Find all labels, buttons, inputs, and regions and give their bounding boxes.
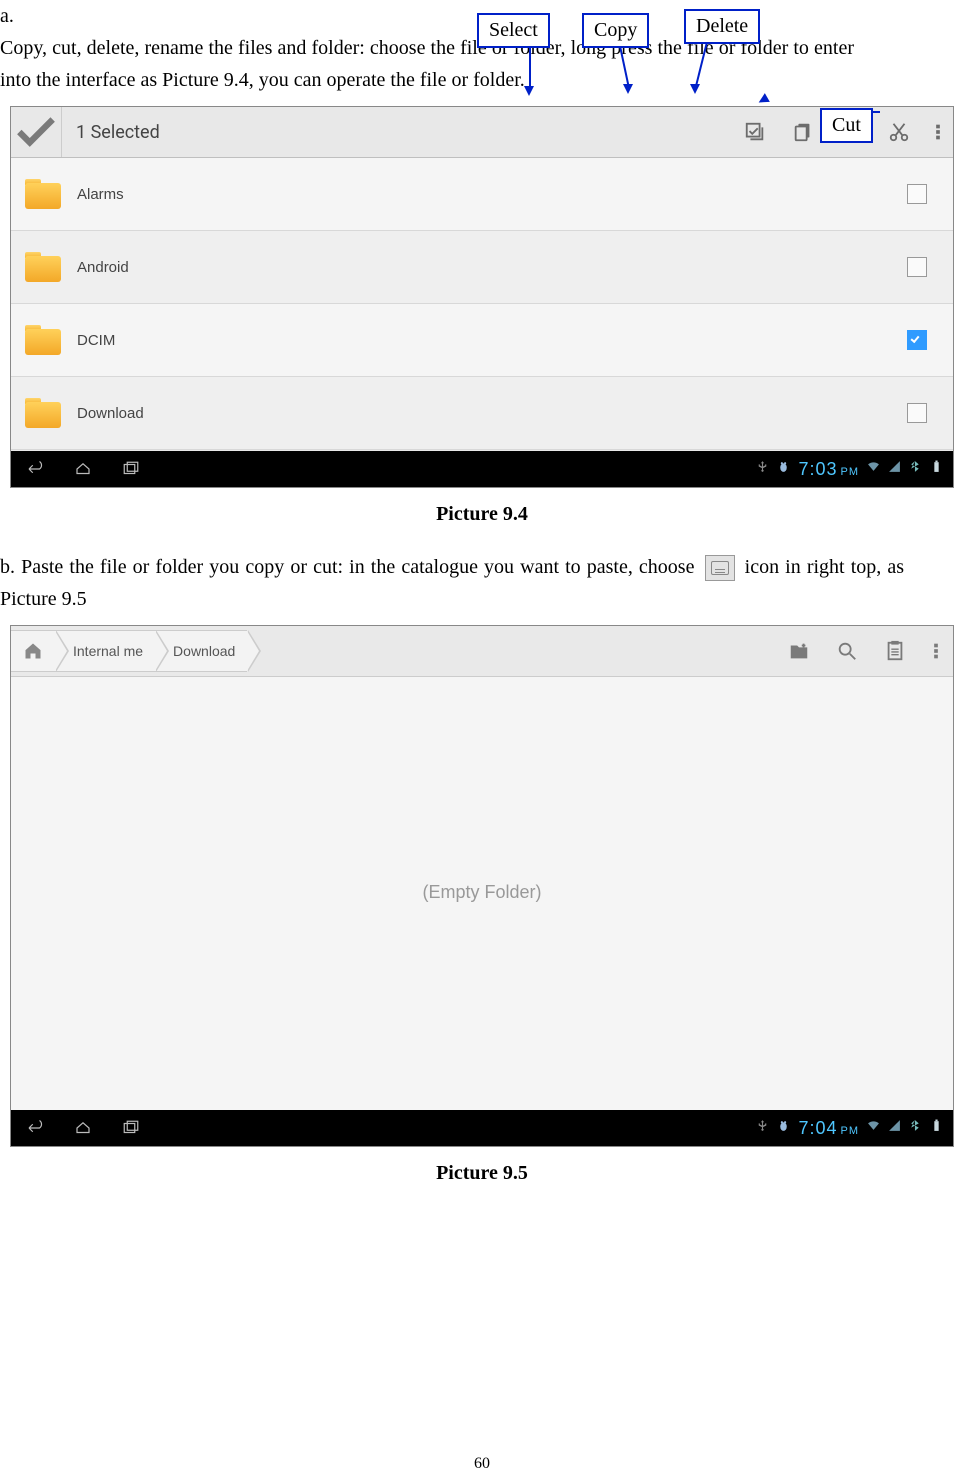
breadcrumb-home[interactable] [11,630,55,672]
page-number: 60 [0,1455,964,1473]
bluetooth-icon [909,1119,922,1137]
figure-caption-94: Picture 9.4 [0,503,964,526]
paragraph-b: b. Paste the file or folder you copy or … [0,551,904,615]
battery-icon [930,460,943,478]
callout-select: Select [477,13,550,48]
nav-recent-icon[interactable] [107,460,155,478]
done-icon[interactable] [11,107,62,157]
callout-cut: Cut [820,108,873,143]
nav-home-icon[interactable] [59,460,107,478]
folder-name: Download [77,405,144,422]
figure-9-5: Internal me Download (Empty Folder) [10,625,954,1147]
paste-icon[interactable] [871,640,919,662]
figure-caption-95: Picture 9.5 [0,1162,964,1185]
folder-name: DCIM [77,332,115,349]
debug-icon [777,1119,790,1137]
overflow-icon[interactable] [919,640,953,662]
select-checkbox[interactable] [907,403,927,423]
wifi-icon [867,460,880,478]
callout-copy: Copy [582,13,649,48]
signal-icon [888,460,901,478]
folder-name: Android [77,259,129,276]
breadcrumb-bar: Internal me Download [11,626,953,677]
empty-folder-label: (Empty Folder) [11,677,953,1107]
folder-row[interactable]: Alarms [11,158,953,231]
folder-icon [25,398,63,428]
nav-recent-icon[interactable] [107,1119,155,1137]
status-clock: 7:04PM [798,1118,859,1139]
wifi-icon [867,1119,880,1137]
folder-name: Alarms [77,186,124,203]
folder-icon [25,325,63,355]
callout-delete: Delete [684,9,760,44]
android-nav-bar: 7:04PM [11,1110,953,1146]
folder-row[interactable]: DCIM [11,304,953,377]
cut-icon[interactable] [875,107,923,157]
signal-icon [888,1119,901,1137]
select-checkbox[interactable] [907,330,927,350]
android-nav-bar: 7:03PM [11,451,953,487]
battery-icon [930,1119,943,1137]
search-icon[interactable] [823,640,871,662]
nav-back-icon[interactable] [11,1119,59,1137]
select-checkbox[interactable] [907,257,927,277]
nav-back-icon[interactable] [11,460,59,478]
folder-icon [25,179,63,209]
paste-icon-inline [705,555,735,581]
nav-home-icon[interactable] [59,1119,107,1137]
action-bar: 1 Selected [11,107,953,158]
status-clock: 7:03PM [798,459,859,480]
usb-icon [756,460,769,478]
select-checkbox[interactable] [907,184,927,204]
folder-row[interactable]: Download [11,377,953,450]
figure-9-4: 1 Selected Alarms [10,106,954,488]
breadcrumb-item[interactable]: Internal me [55,630,155,672]
folder-row[interactable]: Android [11,231,953,304]
overflow-icon[interactable] [923,107,953,157]
usb-icon [756,1119,769,1137]
paragraph-b-pre: b. Paste the file or folder you copy or … [0,556,694,578]
bluetooth-icon [909,460,922,478]
selection-count: 1 Selected [62,122,160,143]
new-folder-icon[interactable] [775,640,823,662]
debug-icon [777,460,790,478]
folder-icon [25,252,63,282]
select-all-icon[interactable] [731,107,779,157]
list-marker-a: a. [0,0,36,32]
folder-list: Alarms Android DCIM Download [11,158,953,450]
